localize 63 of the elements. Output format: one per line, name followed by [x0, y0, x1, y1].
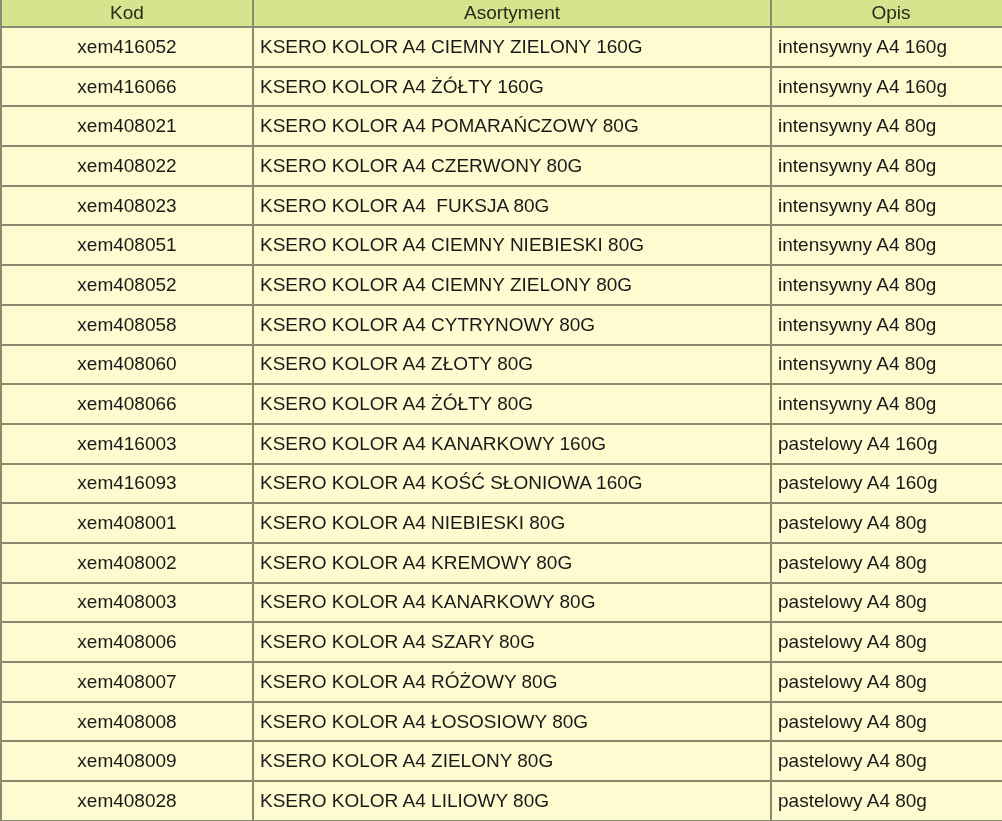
table-cell: KSERO KOLOR A4 RÓŻOWY 80G — [254, 663, 770, 701]
table-cell: xem408003 — [2, 583, 252, 622]
table-cell: xem408021 — [2, 107, 252, 146]
table-cell: pastelowy A4 80g — [772, 583, 1002, 622]
table-cell: intensywny A4 80g — [772, 186, 1002, 225]
table-cell: intensywny A4 80g — [772, 147, 1002, 185]
table-cell: intensywny A4 80g — [772, 385, 1002, 423]
table-cell: KSERO KOLOR A4 POMARAŃCZOWY 80G — [254, 107, 770, 146]
table-cell: xem416066 — [2, 67, 252, 106]
table-cell: intensywny A4 160g — [772, 28, 1002, 66]
table-cell: pastelowy A4 160g — [772, 424, 1002, 463]
table-cell: pastelowy A4 80g — [772, 702, 1002, 741]
table-cell: xem408002 — [2, 543, 252, 582]
table-cell: KSERO KOLOR A4 KREMOWY 80G — [254, 543, 770, 582]
table-cell: KSERO KOLOR A4 KOŚĆ SŁONIOWA 160G — [254, 464, 770, 503]
table-cell: xem408023 — [2, 186, 252, 225]
table-cell: xem408058 — [2, 305, 252, 344]
table-cell: intensywny A4 80g — [772, 226, 1002, 265]
table-cell: KSERO KOLOR A4 CIEMNY ZIELONY 160G — [254, 28, 770, 66]
table-cell: pastelowy A4 80g — [772, 504, 1002, 542]
table-cell: xem416003 — [2, 424, 252, 463]
table-cell: xem408022 — [2, 147, 252, 185]
table-cell: KSERO KOLOR A4 FUKSJA 80G — [254, 186, 770, 225]
table-cell: intensywny A4 80g — [772, 345, 1002, 384]
table-cell: pastelowy A4 80g — [772, 543, 1002, 582]
table-cell: KSERO KOLOR A4 LILIOWY 80G — [254, 782, 770, 820]
table-cell: xem408007 — [2, 663, 252, 701]
table-cell: KSERO KOLOR A4 ŻÓŁTY 160G — [254, 67, 770, 106]
table-cell: pastelowy A4 80g — [772, 782, 1002, 820]
table-cell: KSERO KOLOR A4 KANARKOWY 160G — [254, 424, 770, 463]
table-cell: pastelowy A4 160g — [772, 464, 1002, 503]
table-cell: intensywny A4 160g — [772, 67, 1002, 106]
table-cell: xem416052 — [2, 28, 252, 66]
table-cell: KSERO KOLOR A4 ZŁOTY 80G — [254, 345, 770, 384]
table-cell: KSERO KOLOR A4 CZERWONY 80G — [254, 147, 770, 185]
column-header: Asortyment — [254, 0, 770, 26]
table-cell: xem408052 — [2, 266, 252, 304]
table-cell: xem408051 — [2, 226, 252, 265]
table-cell: pastelowy A4 80g — [772, 742, 1002, 781]
table-cell: xem408006 — [2, 623, 252, 661]
table-cell: xem408008 — [2, 702, 252, 741]
table-cell: intensywny A4 80g — [772, 266, 1002, 304]
column-header: Opis — [772, 0, 1002, 26]
table-cell: KSERO KOLOR A4 SZARY 80G — [254, 623, 770, 661]
table-cell: xem408066 — [2, 385, 252, 423]
table-cell: xem416093 — [2, 464, 252, 503]
table-cell: pastelowy A4 80g — [772, 663, 1002, 701]
table-cell: KSERO KOLOR A4 NIEBIESKI 80G — [254, 504, 770, 542]
table-cell: KSERO KOLOR A4 CIEMNY ZIELONY 80G — [254, 266, 770, 304]
table-cell: intensywny A4 80g — [772, 107, 1002, 146]
column-header: Kod — [2, 0, 252, 26]
table-cell: xem408009 — [2, 742, 252, 781]
table-cell: xem408001 — [2, 504, 252, 542]
table-cell: KSERO KOLOR A4 ZIELONY 80G — [254, 742, 770, 781]
table-cell: pastelowy A4 80g — [772, 623, 1002, 661]
table-cell: xem408028 — [2, 782, 252, 820]
table-cell: KSERO KOLOR A4 ŁOSOSIOWY 80G — [254, 702, 770, 741]
table-cell: KSERO KOLOR A4 KANARKOWY 80G — [254, 583, 770, 622]
table-cell: KSERO KOLOR A4 ŻÓŁTY 80G — [254, 385, 770, 423]
table-cell: KSERO KOLOR A4 CYTRYNOWY 80G — [254, 305, 770, 344]
table-cell: intensywny A4 80g — [772, 305, 1002, 344]
table-cell: KSERO KOLOR A4 CIEMNY NIEBIESKI 80G — [254, 226, 770, 265]
table-cell: xem408060 — [2, 345, 252, 384]
